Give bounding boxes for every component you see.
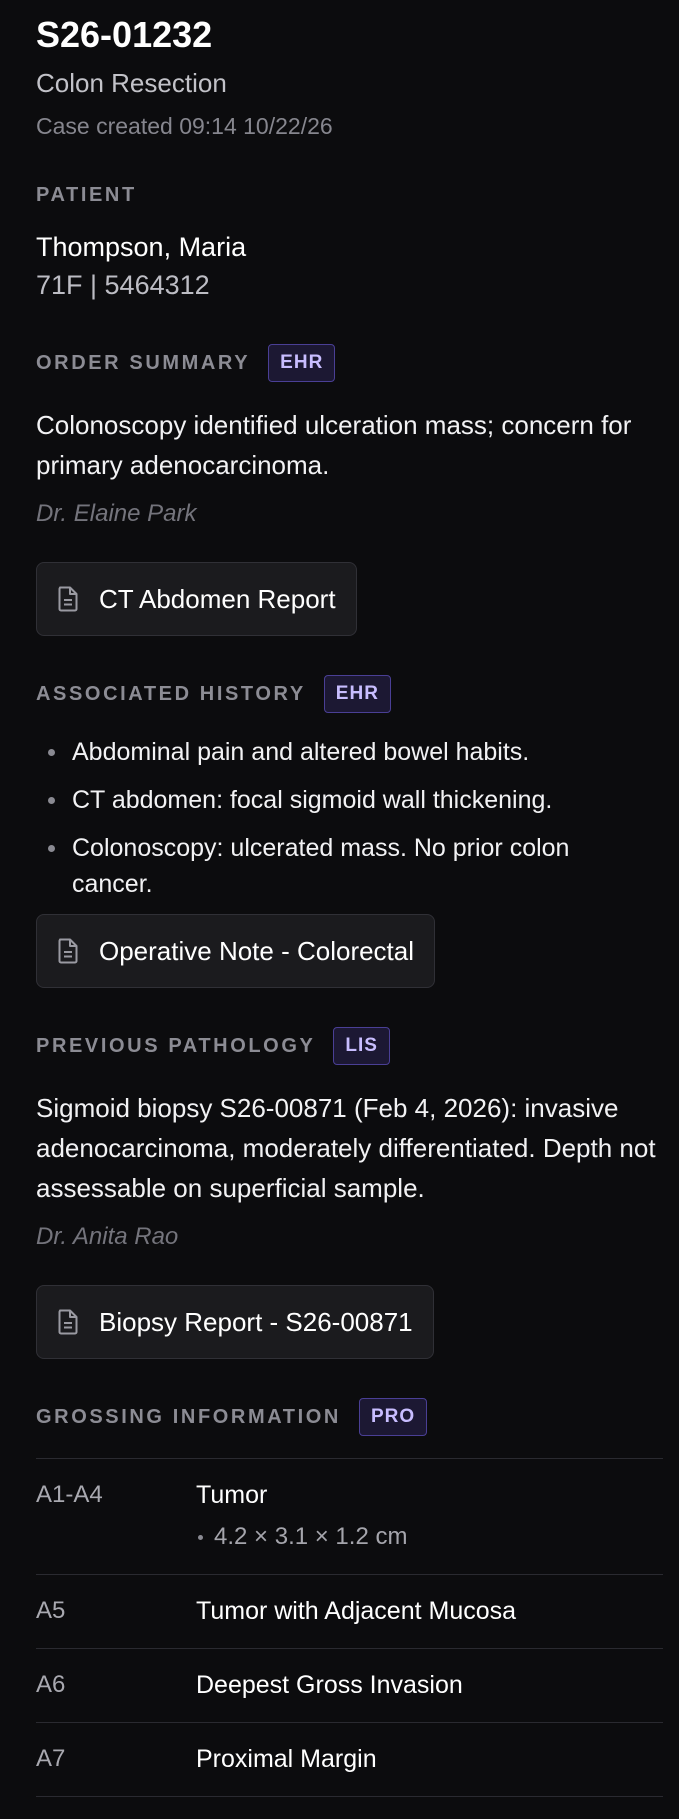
list-item: CT abdomen: focal sigmoid wall thickenin…	[36, 782, 656, 818]
order-summary-section: ORDER SUMMARY EHR Colonoscopy identified…	[36, 344, 679, 636]
grossing-header: GROSSING INFORMATION PRO	[36, 1398, 679, 1436]
block-description: Proximal Margin	[196, 1745, 377, 1773]
block-id: A6	[36, 1671, 66, 1698]
previous-pathology-section: PREVIOUS PATHOLOGY LIS Sigmoid biopsy S2…	[36, 1027, 679, 1359]
bullet-icon	[48, 797, 55, 804]
patient-section: PATIENT Thompson, Maria 71F | 5464312	[36, 182, 679, 302]
patient-section-label: PATIENT	[36, 182, 679, 208]
ct-abdomen-report-button[interactable]: CT Abdomen Report	[36, 562, 357, 636]
previous-pathology-header: PREVIOUS PATHOLOGY LIS	[36, 1027, 679, 1065]
source-badge-ehr: EHR	[268, 344, 336, 382]
history-item-text: Abdominal pain and altered bowel habits.	[72, 738, 530, 766]
document-icon	[58, 1309, 78, 1335]
patient-meta: 71F | 5464312	[36, 270, 210, 300]
block-description-text: Tumor	[196, 1481, 268, 1509]
grossing-label: GROSSING INFORMATION	[36, 1406, 341, 1428]
previous-pathology-label: PREVIOUS PATHOLOGY	[36, 1035, 316, 1057]
block-id: A7	[36, 1745, 66, 1772]
block-id: A1-A4	[36, 1481, 103, 1508]
order-doc-wrap: CT Abdomen Report	[36, 562, 679, 636]
associated-history-header: ASSOCIATED HISTORY EHR	[36, 675, 679, 713]
history-item-text: CT abdomen: focal sigmoid wall thickenin…	[72, 786, 553, 814]
history-doc-wrap: Operative Note - Colorectal	[36, 914, 679, 988]
order-author: Dr. Elaine Park	[36, 500, 197, 527]
block-description: Tumor 4.2 × 3.1 × 1.2 cm	[196, 1459, 663, 1574]
bullet-icon	[198, 1535, 203, 1540]
order-summary-text: Colonoscopy identified ulceration mass; …	[36, 410, 632, 480]
operative-note-label: Operative Note - Colorectal	[99, 935, 415, 966]
grossing-table: A1-A4 Tumor 4.2 × 3.1 × 1.2 cm A5 Tumor …	[36, 1458, 663, 1797]
block-description: Deepest Gross Invasion	[196, 1671, 463, 1699]
biopsy-report-label: Biopsy Report - S26-00871	[99, 1306, 413, 1337]
document-icon	[58, 586, 78, 612]
previous-pathology-text: Sigmoid biopsy S26-00871 (Feb 4, 2026): …	[36, 1093, 656, 1203]
ct-abdomen-report-label: CT Abdomen Report	[99, 583, 336, 614]
block-measurement: 4.2 × 3.1 × 1.2 cm	[196, 1522, 663, 1552]
document-icon	[58, 938, 78, 964]
history-list: Abdominal pain and altered bowel habits.…	[36, 734, 656, 902]
case-type: Colon Resection	[36, 68, 227, 98]
block-description: Tumor with Adjacent Mucosa	[196, 1597, 517, 1625]
order-summary-label: ORDER SUMMARY	[36, 352, 251, 374]
patient-label: PATIENT	[36, 184, 137, 206]
table-row[interactable]: A5 Tumor with Adjacent Mucosa	[36, 1575, 663, 1649]
source-badge-ehr: EHR	[323, 675, 391, 713]
history-item-text: Colonoscopy: ulcerated mass. No prior co…	[72, 834, 570, 898]
bullet-icon	[48, 749, 55, 756]
bullet-icon	[48, 845, 55, 852]
pathology-doc-wrap: Biopsy Report - S26-00871	[36, 1285, 679, 1359]
list-item: Abdominal pain and altered bowel habits.	[36, 734, 656, 770]
block-measurement-text: 4.2 × 3.1 × 1.2 cm	[214, 1523, 408, 1550]
table-row[interactable]: A1-A4 Tumor 4.2 × 3.1 × 1.2 cm	[36, 1459, 663, 1575]
list-item: Colonoscopy: ulcerated mass. No prior co…	[36, 830, 656, 902]
associated-history-label: ASSOCIATED HISTORY	[36, 683, 306, 705]
case-detail-panel: S26-01232 Colon Resection Case created 0…	[0, 0, 679, 1819]
table-row[interactable]: A7 Proximal Margin	[36, 1723, 663, 1797]
order-summary-header: ORDER SUMMARY EHR	[36, 344, 679, 382]
grossing-section: GROSSING INFORMATION PRO A1-A4 Tumor 4.2…	[36, 1398, 679, 1797]
pathology-author: Dr. Anita Rao	[36, 1223, 179, 1250]
block-id: A5	[36, 1597, 66, 1624]
table-row[interactable]: A6 Deepest Gross Invasion	[36, 1649, 663, 1723]
source-badge-pro: PRO	[358, 1398, 428, 1436]
biopsy-report-button[interactable]: Biopsy Report - S26-00871	[36, 1285, 434, 1359]
source-badge-lis: LIS	[333, 1027, 390, 1065]
operative-note-button[interactable]: Operative Note - Colorectal	[36, 914, 436, 988]
associated-history-section: ASSOCIATED HISTORY EHR Abdominal pain an…	[36, 675, 679, 988]
patient-name: Thompson, Maria	[36, 232, 247, 262]
case-created-timestamp: Case created 09:14 10/22/26	[36, 113, 333, 139]
case-id: S26-01232	[36, 14, 213, 55]
